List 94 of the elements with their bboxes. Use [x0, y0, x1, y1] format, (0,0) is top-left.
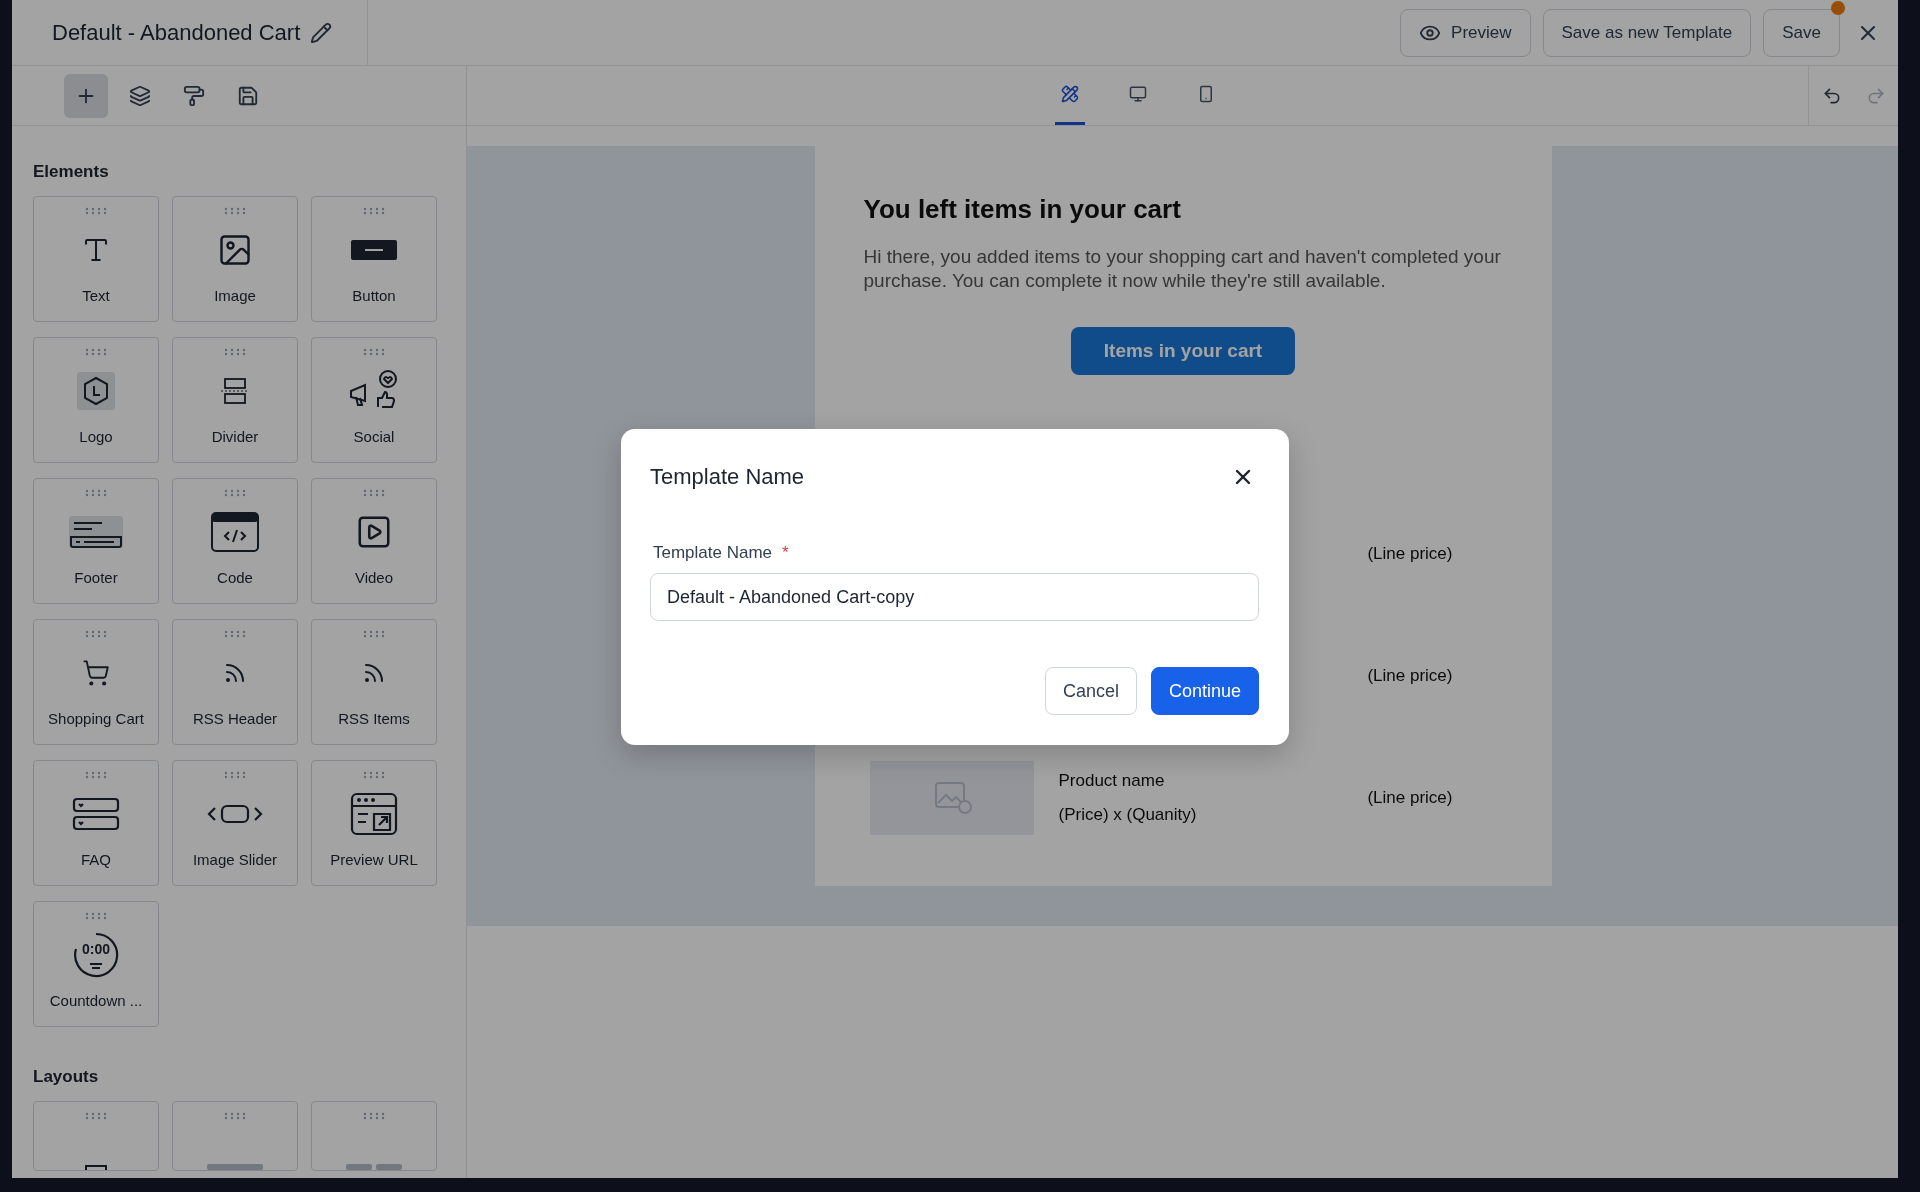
layout-card[interactable] [33, 1101, 159, 1171]
field-label: Template Name [653, 543, 773, 563]
element-card[interactable]: RSS Header [172, 619, 298, 745]
element-label: RSS Header [192, 710, 278, 727]
play-icon [355, 513, 393, 551]
element-label: Button [352, 287, 396, 304]
drag-handle-icon[interactable] [84, 489, 108, 497]
element-card[interactable]: FAQ [33, 760, 159, 886]
undo-icon [1821, 85, 1842, 106]
template-name-field[interactable]: Default - Abandoned Cart-copy [650, 573, 1259, 621]
image-placeholder-icon [869, 761, 1034, 835]
element-label: Image [214, 287, 256, 304]
layout-icon [346, 1164, 402, 1170]
element-card[interactable]: Text [33, 196, 159, 322]
element-card[interactable]: Divider [172, 337, 298, 463]
element-label: Social [353, 428, 395, 445]
drag-handle-icon[interactable] [84, 207, 108, 215]
save-template-button[interactable]: Save as new Template [1542, 8, 1752, 57]
image-icon [217, 232, 253, 268]
drag-handle-icon[interactable] [84, 348, 108, 356]
element-label: Footer [74, 569, 118, 586]
element-card[interactable]: Preview URL [311, 760, 437, 886]
edit-icon[interactable] [310, 21, 333, 44]
browser-link-icon [350, 792, 398, 836]
element-card[interactable]: 0:00 Countdown ... [33, 901, 159, 1027]
continue-button[interactable]: Continue [1150, 667, 1259, 715]
paint-roller-icon [183, 84, 205, 107]
layout-card[interactable] [172, 1101, 298, 1171]
line-price: (Line price) [1367, 544, 1453, 564]
rss-icon [223, 661, 247, 685]
drag-handle-icon[interactable] [84, 912, 108, 920]
element-label: Image Slider [192, 851, 278, 868]
email-heading: You left items in your cart [863, 194, 1182, 225]
line-price: (Line price) [1367, 788, 1453, 808]
layout-card[interactable] [311, 1101, 437, 1171]
add-button[interactable] [64, 73, 108, 118]
drag-handle-icon[interactable] [223, 489, 247, 497]
rss-icon [362, 661, 386, 685]
drag-handle-icon[interactable] [362, 630, 386, 638]
element-label: RSS Items [338, 710, 410, 727]
element-card[interactable]: Image [172, 196, 298, 322]
button-icon [351, 240, 397, 260]
drag-handle-icon[interactable] [362, 771, 386, 779]
drag-handle-icon[interactable] [362, 1112, 386, 1120]
drag-handle-icon[interactable] [362, 348, 386, 356]
layers-icon [129, 84, 151, 107]
divider-icon [220, 376, 250, 406]
drag-handle-icon[interactable] [223, 348, 247, 356]
faq-icon [72, 797, 120, 831]
element-label: Countdown ... [49, 992, 143, 1009]
element-label: Code [217, 569, 253, 586]
code-window-icon [211, 512, 259, 552]
element-label: Text [82, 287, 110, 304]
section-title: Layouts [33, 1067, 100, 1087]
element-card[interactable]: RSS Items [311, 619, 437, 745]
save-button[interactable]: Save [1763, 8, 1840, 57]
preview-button[interactable]: Preview [1400, 8, 1531, 57]
element-card[interactable]: Button [311, 196, 437, 322]
drag-handle-icon[interactable] [223, 207, 247, 215]
drag-handle-icon[interactable] [84, 771, 108, 779]
email-text: Hi there, you added items to your shopping cart and haven't completed your purchase. You can complete it now while they're still available. [863, 245, 1502, 293]
element-card[interactable]: Video [311, 478, 437, 604]
element-card[interactable]: Footer [33, 478, 159, 604]
cart-icon [82, 659, 110, 687]
product-name: Product name [1058, 771, 1166, 791]
product-price: (Price) x (Quanity) [1058, 805, 1197, 825]
element-card[interactable]: Image Slider [172, 760, 298, 886]
element-card[interactable]: Logo [33, 337, 159, 463]
element-label: Logo [79, 428, 113, 445]
layout-icon [207, 1164, 263, 1170]
line-price: (Line price) [1367, 666, 1453, 686]
element-label: FAQ [81, 851, 111, 868]
element-card[interactable]: Shopping Cart [33, 619, 159, 745]
drag-handle-icon[interactable] [223, 771, 247, 779]
drag-handle-icon[interactable] [362, 207, 386, 215]
drag-handle-icon[interactable] [223, 630, 247, 638]
section-title: Elements [33, 162, 110, 182]
drag-handle-icon[interactable] [362, 489, 386, 497]
dialog-title: Template Name [650, 464, 805, 490]
drag-handle-icon[interactable] [223, 1112, 247, 1120]
layout-icon [85, 1164, 107, 1170]
template-title: Default - Abandoned Cart [52, 19, 301, 46]
element-label: Video [354, 569, 394, 586]
slider-icon [207, 803, 263, 825]
element-label: Shopping Cart [48, 710, 144, 727]
element-card[interactable]: Social [311, 337, 437, 463]
element-label: Divider [211, 428, 259, 445]
drag-handle-icon[interactable] [84, 1112, 108, 1120]
footer-icon [68, 515, 124, 549]
element-label: Preview URL [330, 851, 418, 868]
element-card[interactable]: Code [172, 478, 298, 604]
drag-handle-icon[interactable] [84, 630, 108, 638]
required-mark: * [782, 543, 789, 563]
cancel-button[interactable]: Cancel [1044, 667, 1137, 715]
